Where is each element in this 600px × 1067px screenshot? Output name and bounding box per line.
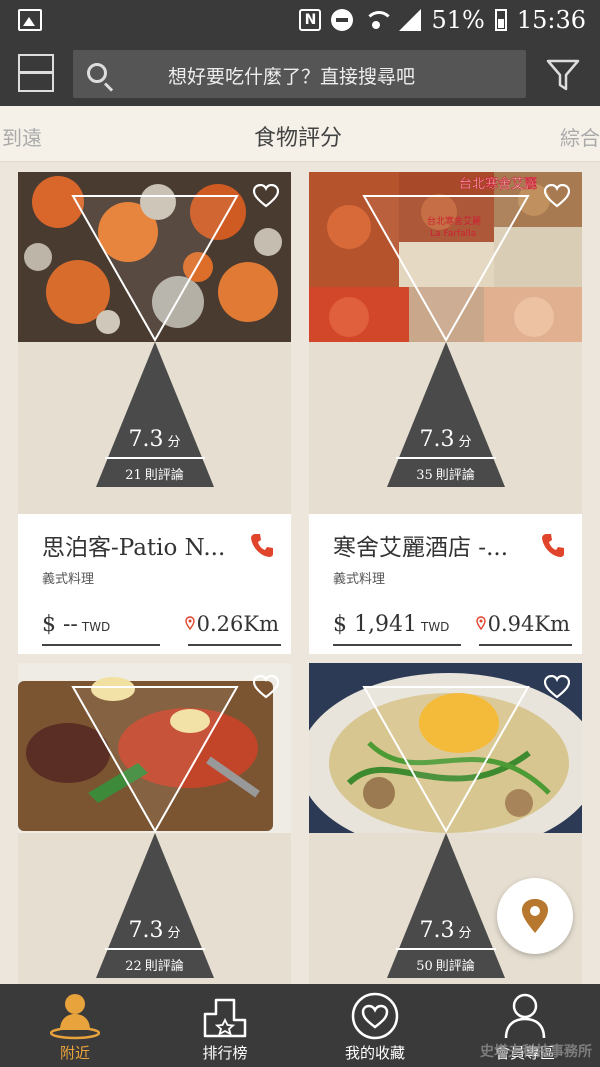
map-location-button[interactable] xyxy=(497,878,573,954)
ranking-podium-icon xyxy=(203,998,247,1038)
map-pin-icon xyxy=(522,899,548,933)
restaurant-photo xyxy=(18,172,291,342)
restaurant-card[interactable]: 台北寒舍艾麗 台北寒舍艾麗 La Farfalla 7.3 分 35 則評論 寒舍艾… xyxy=(309,172,582,654)
nav-favorites[interactable]: 我的收藏 xyxy=(300,984,450,1067)
location-pin-icon xyxy=(184,616,195,630)
score-value: 7.3 分 xyxy=(128,427,181,452)
nav-nearby[interactable]: 附近 xyxy=(0,984,150,1067)
do-not-disturb-icon xyxy=(331,9,354,31)
restaurant-info: 思泊客-Patio N... 義式料理 $ -- TWD 0.26Km xyxy=(18,514,291,654)
sort-tabs: 到遠 食物評分 綜合 xyxy=(0,106,600,162)
battery-icon xyxy=(494,9,507,31)
favorite-heart-icon[interactable] xyxy=(544,184,570,208)
favorite-heart-icon[interactable] xyxy=(253,184,279,208)
status-icons: N 51% 15:36 xyxy=(299,6,586,34)
battery-percent: 51% xyxy=(431,6,485,34)
score-badge: 7.3 分 35 則評論 xyxy=(309,342,582,514)
photo-caption: 台北寒舍艾麗 xyxy=(459,176,537,192)
score-value: 7.3 分 xyxy=(419,427,472,452)
distance: 0.94Km xyxy=(475,612,570,636)
favorite-heart-icon[interactable] xyxy=(544,675,570,699)
restaurant-card[interactable]: 7.3 分 21 則評論 思泊客-Patio N... 義式料理 $ -- TWD 0… xyxy=(18,172,291,654)
phone-icon[interactable] xyxy=(250,532,274,558)
photo-caption-3: La Farfalla xyxy=(430,229,476,239)
score-badge: 7.3 分 22 則評論 xyxy=(18,833,291,984)
status-bar: N 51% 15:36 xyxy=(0,0,600,42)
nav-ranking[interactable]: 排行榜 xyxy=(150,984,300,1067)
cuisine-type: 義式料理 xyxy=(42,572,95,587)
wifi-icon xyxy=(363,9,395,31)
score-divider xyxy=(105,948,205,950)
nav-label: 排行榜 xyxy=(202,1044,248,1062)
restaurant-photo xyxy=(18,663,291,833)
price-underline xyxy=(333,644,461,646)
nfc-icon: N xyxy=(299,9,322,31)
nav-label: 我的收藏 xyxy=(344,1044,405,1062)
watermark: 史塔夫科技事務所 xyxy=(480,1044,592,1060)
clock: 15:36 xyxy=(516,6,586,34)
restaurant-name: 思泊客-Patio N... xyxy=(42,535,226,561)
restaurant-name: 寒舍艾麗酒店 -... xyxy=(333,535,509,561)
score-divider xyxy=(105,457,205,459)
score-value: 7.3 分 xyxy=(128,918,181,943)
tab-overall[interactable]: 綜合 xyxy=(560,122,600,151)
price: $ -- TWD xyxy=(42,612,111,637)
photo-caption-2: 台北寒舍艾麗 xyxy=(427,215,481,227)
tab-distance[interactable]: 到遠 xyxy=(2,122,42,151)
distance-underline xyxy=(188,644,281,646)
restaurant-card[interactable]: 7.3 分 22 則評論 xyxy=(18,663,291,984)
phone-icon[interactable] xyxy=(541,532,565,558)
review-count: 50 則評論 xyxy=(416,959,475,974)
heart-favorites-icon xyxy=(351,992,399,1040)
restaurant-info: 寒舍艾麗酒店 -... 義式料理 $ 1,941 TWD 0.94Km xyxy=(309,514,582,654)
cuisine-type: 義式料理 xyxy=(333,572,386,587)
member-person-icon xyxy=(504,993,546,1039)
favorite-heart-icon[interactable] xyxy=(253,675,279,699)
review-count: 21 則評論 xyxy=(125,468,184,483)
nearby-person-icon xyxy=(50,994,100,1040)
price: $ 1,941 TWD xyxy=(333,612,450,637)
gallery-notification-icon xyxy=(18,9,42,31)
distance: 0.26Km xyxy=(184,612,279,636)
review-count: 35 則評論 xyxy=(416,468,475,483)
bottom-navigation: 附近 排行榜 我的收藏 會員專區 史塔夫科技事務所 xyxy=(0,984,600,1067)
restaurant-photo xyxy=(309,663,582,833)
app-bar: 想好要吃什麼了？直接搜尋吧 xyxy=(0,42,600,106)
restaurant-photo: 台北寒舍艾麗 台北寒舍艾麗 La Farfalla xyxy=(309,172,582,342)
score-divider xyxy=(396,948,496,950)
signal-icon xyxy=(399,9,422,31)
nav-label: 附近 xyxy=(59,1044,90,1062)
search-placeholder: 想好要吃什麼了？直接搜尋吧 xyxy=(168,66,416,88)
price-underline xyxy=(42,644,160,646)
review-count: 22 則評論 xyxy=(125,959,184,974)
score-badge: 7.3 分 21 則評論 xyxy=(18,342,291,514)
search-icon xyxy=(87,63,107,83)
location-pin-icon xyxy=(475,616,486,630)
tab-food-rating[interactable]: 食物評分 xyxy=(254,120,342,152)
filter-icon[interactable] xyxy=(546,58,580,92)
search-input[interactable]: 想好要吃什麼了？直接搜尋吧 xyxy=(73,50,526,98)
layout-toggle-button[interactable] xyxy=(18,54,54,92)
distance-underline xyxy=(479,644,572,646)
score-divider xyxy=(396,457,496,459)
